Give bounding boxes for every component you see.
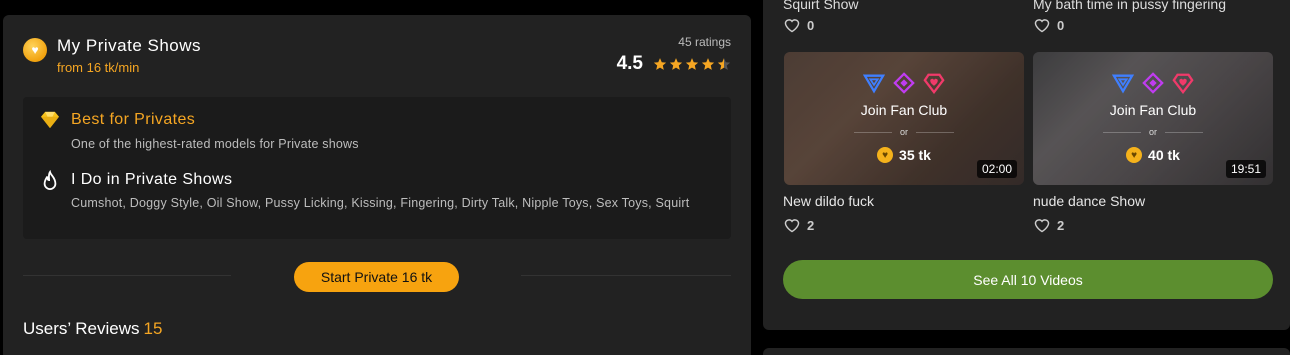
likes-count: 2 <box>807 217 815 233</box>
or-text: or <box>900 127 909 137</box>
divider-left <box>23 275 231 276</box>
reviews-title: Users’ Reviews <box>23 319 140 338</box>
heart-outline-icon <box>1034 219 1050 233</box>
fan-club-pink-icon <box>923 73 945 94</box>
heart-outline-icon <box>784 19 800 33</box>
video-title[interactable]: nude dance Show <box>1033 193 1145 209</box>
best-for-privates-desc: One of the highest-rated models for Priv… <box>71 137 359 151</box>
next-panel <box>763 348 1290 355</box>
fan-club-purple-icon <box>1142 72 1164 94</box>
price-value: 35 tk <box>899 147 931 163</box>
fan-club-blue-icon <box>863 74 885 94</box>
private-shows-panel: ♥ My Private Shows from 16 tk/min 45 rat… <box>3 15 751 355</box>
or-separator: or <box>1103 126 1203 138</box>
private-shows-header: ♥ My Private Shows from 16 tk/min 45 rat… <box>23 35 731 79</box>
diamond-icon <box>39 109 61 131</box>
flame-icon <box>39 170 61 192</box>
price-value: 40 tk <box>1148 147 1180 163</box>
private-shows-acts-list: Cumshot, Doggy Style, Oil Show, Pussy Li… <box>71 196 690 210</box>
heart-coin-icon: ♥ <box>23 38 47 62</box>
divider-right <box>521 275 731 276</box>
heart-outline-icon <box>1034 19 1050 33</box>
video-title[interactable]: Squirt Show <box>783 0 858 12</box>
private-shows-title: My Private Shows <box>57 36 202 55</box>
fan-club-icons <box>784 72 1024 94</box>
join-fan-club-link[interactable]: Join Fan Club <box>784 102 1024 118</box>
best-for-privates-title: Best for Privates <box>71 111 196 128</box>
video-likes[interactable]: 0 <box>1033 17 1064 33</box>
ratings-count: 45 ratings <box>678 35 731 49</box>
video-likes[interactable]: 2 <box>783 217 814 233</box>
private-shows-acts-title: I Do in Private Shows <box>71 171 233 188</box>
likes-count: 2 <box>1057 217 1065 233</box>
see-all-videos-button[interactable]: See All 10 Videos <box>783 260 1273 299</box>
star-icon <box>653 58 667 70</box>
star-icon <box>685 58 699 70</box>
start-private-button[interactable]: Start Private 16 tk <box>294 262 459 292</box>
fan-club-purple-icon <box>893 72 915 94</box>
video-likes[interactable]: 0 <box>783 17 814 33</box>
likes-count: 0 <box>807 17 815 33</box>
star-icon <box>669 58 683 70</box>
star-half-icon <box>717 58 731 70</box>
video-duration: 02:00 <box>976 160 1017 178</box>
likes-count: 0 <box>1057 17 1065 33</box>
fan-club-icons <box>1033 72 1273 94</box>
star-icon <box>701 58 715 70</box>
join-fan-club-link[interactable]: Join Fan Club <box>1033 102 1273 118</box>
fan-club-blue-icon <box>1112 74 1134 94</box>
video-duration: 19:51 <box>1225 160 1266 178</box>
rating-summary: 4.5 <box>617 53 731 75</box>
video-card[interactable]: Join Fan Club or ♥ 40 tk 19:51 <box>1033 52 1273 185</box>
token-coin-icon: ♥ <box>877 147 894 163</box>
heart-outline-icon <box>784 219 800 233</box>
users-reviews-heading: Users’ Reviews 15 <box>23 319 162 339</box>
reviews-count: 15 <box>143 319 163 338</box>
video-title[interactable]: My bath time in pussy fingering <box>1033 0 1226 12</box>
video-card[interactable]: Join Fan Club or ♥ 35 tk 02:00 <box>784 52 1024 185</box>
token-coin-icon: ♥ <box>1126 147 1143 163</box>
video-title[interactable]: New dildo fuck <box>783 193 874 209</box>
or-separator: or <box>854 126 954 138</box>
fan-club-pink-icon <box>1172 73 1194 94</box>
rating-value: 4.5 <box>616 53 643 74</box>
private-info-box: Best for Privates One of the highest-rat… <box>23 97 731 239</box>
video-likes[interactable]: 2 <box>1033 217 1064 233</box>
private-shows-price: from 16 tk/min <box>57 60 140 75</box>
or-text: or <box>1149 127 1158 137</box>
rating-stars <box>653 57 731 71</box>
